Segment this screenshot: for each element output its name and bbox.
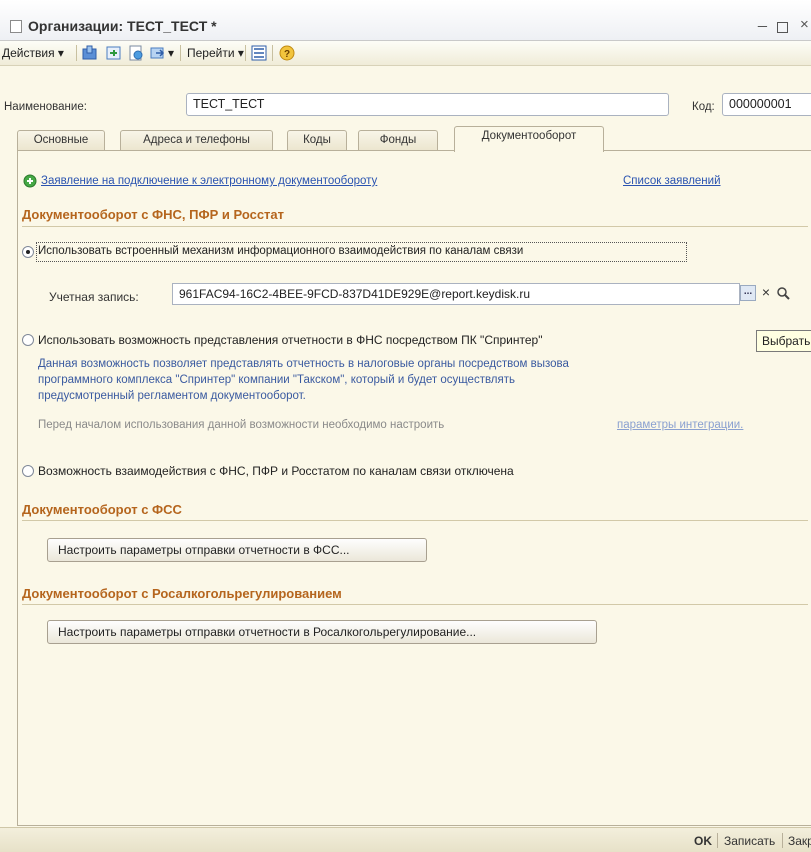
fss-section-title: Документооборот с ФСС	[22, 502, 182, 517]
bottom-separator	[717, 833, 718, 848]
code-input[interactable]: 000000001	[722, 93, 811, 116]
save-button[interactable]: Записать	[724, 834, 775, 848]
window-title: Организации: ТЕСТ_ТЕСТ *	[28, 18, 217, 34]
structure-icon[interactable]	[251, 45, 267, 61]
name-input[interactable]: ТЕСТ_ТЕСТ	[186, 93, 669, 116]
section-divider	[22, 604, 808, 605]
option-sprinter-radio[interactable]	[22, 334, 34, 346]
requests-list-link[interactable]: Список заявлений	[623, 175, 721, 187]
sprinter-description-line-3: предусмотренный регламентом документообо…	[38, 390, 306, 402]
ok-button[interactable]: OK	[694, 834, 712, 848]
option-sprinter-label[interactable]: Использовать возможность представления о…	[38, 333, 542, 347]
minimize-button[interactable]: _	[758, 11, 767, 29]
option-builtin-radio[interactable]	[22, 246, 34, 258]
bottom-bar: OK Записать Закрыть	[0, 827, 811, 852]
account-label: Учетная запись:	[49, 290, 139, 304]
option-disabled-radio[interactable]	[22, 465, 34, 477]
toolbar-separator	[245, 45, 246, 61]
search-icon[interactable]	[775, 285, 791, 301]
name-label: Наименование:	[4, 101, 87, 113]
code-label: Код:	[692, 101, 715, 113]
close-button[interactable]: Закрыть	[788, 834, 811, 848]
add-icon[interactable]	[82, 45, 98, 61]
toolbar: Действия ▾ ▾ Перейти ▾ ?	[0, 41, 811, 66]
tab-funds[interactable]: Фонды	[358, 130, 438, 150]
toolbar-separator	[272, 45, 273, 61]
sprinter-description-line-2: программного комплекса "Спринтер" компан…	[38, 374, 516, 386]
integration-params-link[interactable]: параметры интеграции.	[617, 419, 743, 431]
form-icon	[10, 20, 22, 33]
section-divider	[22, 520, 808, 521]
close-window-button[interactable]: ×	[800, 16, 809, 33]
clear-account-button[interactable]: ×	[758, 285, 774, 301]
go-icon[interactable]	[150, 45, 166, 61]
tooltip: Выбрать	[756, 330, 811, 352]
toolbar-separator	[76, 45, 77, 61]
option-builtin-label[interactable]: Использовать встроенный механизм информа…	[38, 245, 523, 257]
edit-icon[interactable]	[106, 45, 122, 61]
tab-main[interactable]: Основные	[17, 130, 105, 150]
bottom-separator	[782, 833, 783, 848]
fns-section-title: Документооборот с ФНС, ПФР и Росстат	[22, 207, 285, 222]
fss-settings-button[interactable]: Настроить параметры отправки отчетности …	[47, 538, 427, 562]
select-account-button[interactable]: ...	[740, 285, 756, 301]
tab-codes[interactable]: Коды	[287, 130, 347, 150]
tab-addresses[interactable]: Адреса и телефоны	[120, 130, 273, 150]
account-input[interactable]: 961FAC94-16C2-4BEE-9FCD-837D41DE929E@rep…	[172, 283, 740, 305]
maximize-button[interactable]	[777, 22, 788, 33]
connect-request-link[interactable]: Заявление на подключение к электронному …	[41, 175, 377, 187]
add-circle-icon	[23, 174, 37, 188]
rar-settings-button[interactable]: Настроить параметры отправки отчетности …	[47, 620, 597, 644]
sprinter-description-line-1: Данная возможность позволяет представлят…	[38, 358, 569, 370]
refresh-icon[interactable]	[128, 45, 144, 61]
section-divider	[22, 226, 808, 227]
organization-window: Организации: ТЕСТ_ТЕСТ * _ × Действия ▾ …	[0, 0, 811, 852]
title-bar: Организации: ТЕСТ_ТЕСТ * _ ×	[0, 0, 811, 41]
dropdown-arrow-icon[interactable]: ▾	[168, 46, 174, 60]
toolbar-separator	[180, 45, 181, 61]
rar-section-title: Документооборот с Росалкогольрегулирован…	[22, 586, 342, 601]
actions-menu[interactable]: Действия ▾	[2, 46, 64, 60]
help-icon[interactable]: ?	[279, 45, 295, 61]
tab-document-flow[interactable]: Документооборот	[454, 126, 604, 152]
option-disabled-label[interactable]: Возможность взаимодействия с ФНС, ПФР и …	[38, 464, 514, 478]
goto-menu[interactable]: Перейти ▾	[187, 46, 244, 60]
help-symbol: ?	[284, 49, 290, 60]
sprinter-hint: Перед началом использования данной возмо…	[38, 419, 445, 431]
